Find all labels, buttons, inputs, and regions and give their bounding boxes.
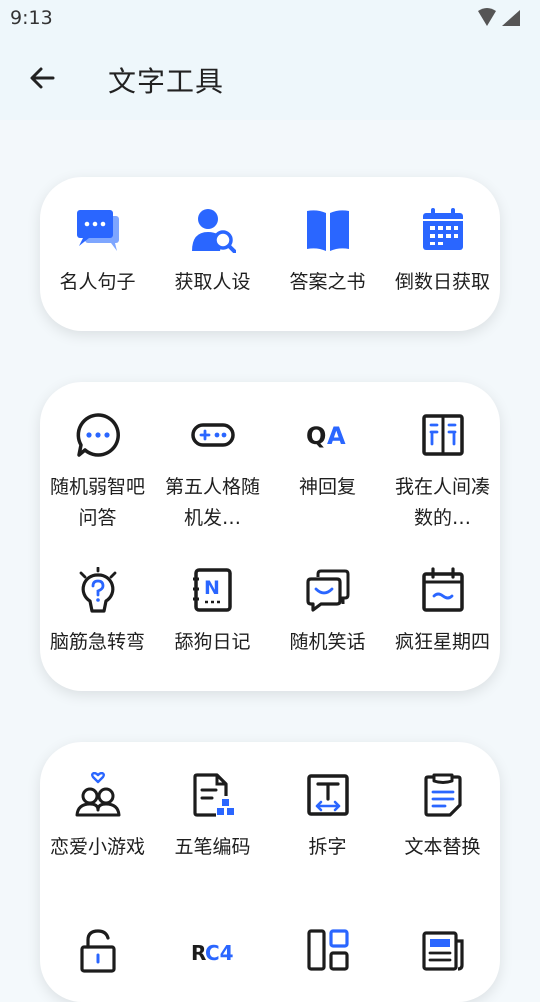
notebook-n-icon: N	[188, 565, 238, 615]
tool-split-char[interactable]: 拆字	[270, 770, 385, 863]
lightbulb-question-icon	[73, 565, 123, 615]
tool-label: 随机笑话	[289, 631, 366, 653]
calendar-wave-icon	[418, 565, 468, 615]
tool-label: 疯狂星期四	[394, 631, 490, 653]
tool-label: 第五人格随机发…	[164, 476, 260, 529]
tool-famous-quotes[interactable]: 名人句子	[40, 205, 155, 298]
text-box-icon	[303, 770, 353, 820]
status-icons	[476, 8, 522, 32]
signal-icon	[502, 10, 520, 26]
layout-blocks-icon	[303, 925, 353, 975]
tool-love-game[interactable]: 恋爱小游戏	[40, 770, 155, 863]
tool-divine-reply[interactable]: Q A 神回复	[270, 410, 385, 503]
tool-label: 名人句子	[59, 271, 136, 293]
status-bar: 9:13	[0, 0, 540, 36]
tool-identity-v-random[interactable]: 第五人格随机发…	[155, 410, 270, 534]
tool-retard-bar-qa[interactable]: 随机弱智吧问答	[40, 410, 155, 534]
tool-label: 拆字	[308, 836, 347, 858]
svg-text:Q: Q	[306, 422, 326, 450]
tool-crazy-thursday[interactable]: 疯狂星期四	[385, 565, 500, 658]
calendar-icon	[418, 205, 468, 255]
app-bar: 文字工具	[0, 36, 540, 122]
tool-news[interactable]	[385, 925, 500, 987]
tool-label: 获取人设	[174, 271, 251, 293]
tool-label: 恋爱小游戏	[49, 836, 145, 858]
rc4-icon: R C4	[188, 925, 238, 975]
status-time: 9:13	[10, 7, 53, 29]
tool-get-persona[interactable]: 获取人设	[155, 205, 270, 298]
tools-card-2: 随机弱智吧问答 第五人格随机发… Q A 神回复 我在人间凑数的… 脑筋急转弯 …	[40, 382, 500, 691]
svg-text:N: N	[204, 577, 220, 599]
tool-unlock[interactable]	[40, 925, 155, 987]
tools-card-3: 恋爱小游戏 五笔编码 拆字 文本替换 R C4	[40, 742, 500, 1002]
tool-label: 随机弱智吧问答	[49, 476, 145, 529]
page-title: 文字工具	[108, 65, 225, 98]
tool-countdown-days[interactable]: 倒数日获取	[385, 205, 500, 298]
tool-label: 答案之书	[289, 271, 366, 293]
tool-simp-diary[interactable]: N 舔狗日记	[155, 565, 270, 658]
arrow-back-icon	[30, 67, 55, 89]
svg-text:A: A	[327, 422, 346, 450]
tool-random-jokes[interactable]: 随机笑话	[270, 565, 385, 658]
tool-label: 倒数日获取	[394, 271, 490, 293]
tool-wubi-code[interactable]: 五笔编码	[155, 770, 270, 863]
book-columns-icon	[418, 410, 468, 460]
user-search-icon	[188, 205, 238, 255]
wifi-icon	[478, 8, 520, 26]
clipboard-lines-icon	[418, 770, 468, 820]
open-book-icon	[303, 205, 353, 255]
tool-answer-book[interactable]: 答案之书	[270, 205, 385, 298]
tool-text-replace[interactable]: 文本替换	[385, 770, 500, 863]
tool-label: 舔狗日记	[174, 631, 251, 653]
tool-label: 文本替换	[404, 836, 481, 858]
svg-text:C4: C4	[205, 941, 234, 965]
chat-bubbles-icon	[73, 205, 123, 255]
tool-label: 脑筋急转弯	[49, 631, 145, 653]
lock-icon	[73, 925, 123, 975]
smile-chat-icon	[303, 565, 353, 615]
newspaper-icon	[418, 925, 468, 975]
couple-heart-icon	[73, 770, 123, 820]
tool-brain-teaser[interactable]: 脑筋急转弯	[40, 565, 155, 658]
tool-layout[interactable]	[270, 925, 385, 987]
tools-card-1: 名人句子 获取人设 答案之书 倒数日获取	[40, 177, 500, 331]
tool-label: 神回复	[298, 476, 356, 498]
tool-label: 我在人间凑数的…	[394, 476, 490, 529]
tool-rc4[interactable]: R C4	[155, 925, 270, 987]
chat-dots-icon	[73, 410, 123, 460]
document-blocks-icon	[188, 770, 238, 820]
tool-making-up-numbers[interactable]: 我在人间凑数的…	[385, 410, 500, 534]
gamepad-icon	[188, 410, 238, 460]
qa-icon: Q A	[303, 410, 353, 460]
tool-label: 五笔编码	[174, 836, 251, 858]
back-button[interactable]	[22, 58, 62, 98]
